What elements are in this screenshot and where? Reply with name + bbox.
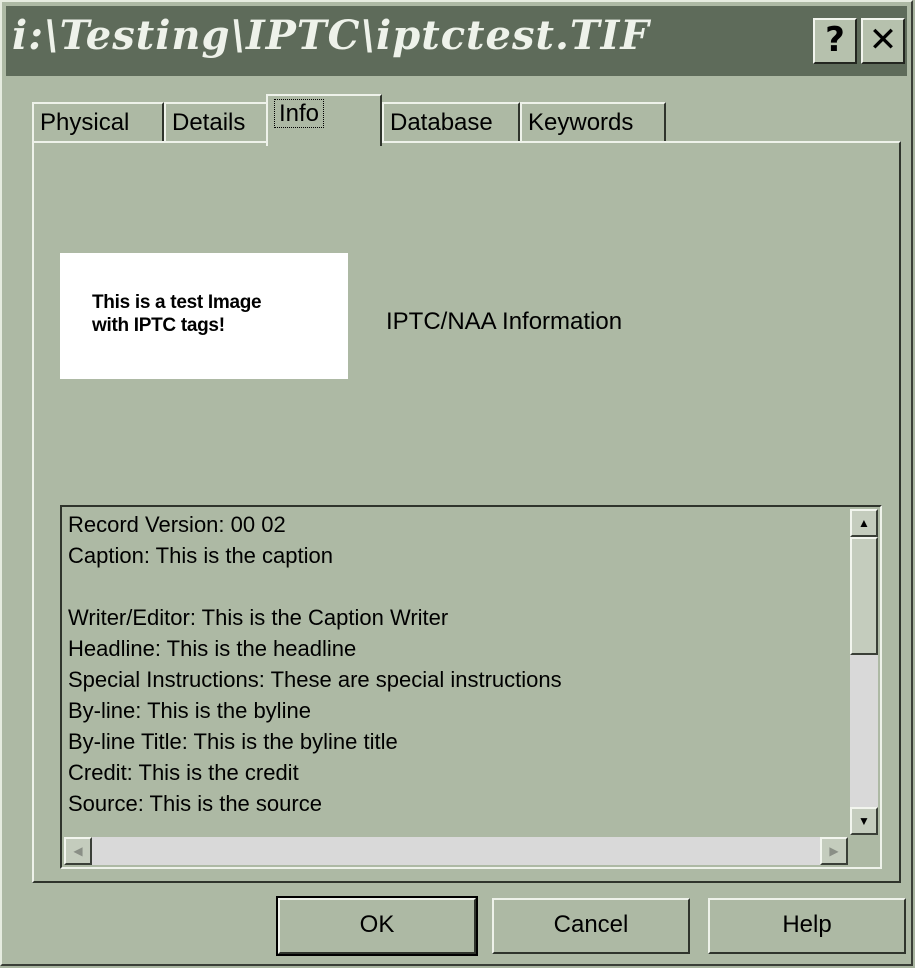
info-line: Headline: This is the headline xyxy=(68,636,357,661)
scroll-up-icon[interactable]: ▲ xyxy=(850,509,878,537)
info-line: Special Instructions: These are special … xyxy=(68,667,562,692)
horizontal-scrollbar[interactable]: ◀ ▶ xyxy=(64,837,848,865)
ok-button[interactable]: OK xyxy=(276,896,478,956)
tab-info[interactable]: Info xyxy=(266,94,382,146)
thumbnail-text: This is a test Image with IPTC tags! xyxy=(92,292,262,336)
help-button[interactable]: Help xyxy=(708,898,906,954)
properties-dialog: i:\Testing\IPTC\iptctest.TIF ? ✕ Physica… xyxy=(0,0,913,966)
help-icon[interactable]: ? xyxy=(813,18,857,64)
close-icon[interactable]: ✕ xyxy=(861,18,905,64)
image-thumbnail: This is a test Image with IPTC tags! xyxy=(60,253,348,379)
info-line: Source: This is the source xyxy=(68,791,322,816)
cancel-button[interactable]: Cancel xyxy=(492,898,690,954)
scroll-right-icon[interactable]: ▶ xyxy=(820,837,848,865)
info-line: By-line: This is the byline xyxy=(68,698,311,723)
window-title: i:\Testing\IPTC\iptctest.TIF xyxy=(12,12,650,59)
iptc-info-content: Record Version: 00 02 Caption: This is t… xyxy=(64,509,848,835)
info-line: By-line Title: This is the byline title xyxy=(68,729,398,754)
tab-keywords[interactable]: Keywords xyxy=(520,102,666,142)
info-heading: IPTC/NAA Information xyxy=(386,308,623,335)
title-bar[interactable]: i:\Testing\IPTC\iptctest.TIF ? ✕ xyxy=(6,6,907,76)
info-line: Credit: This is the credit xyxy=(68,760,299,785)
info-line xyxy=(64,571,848,602)
info-line: Writer/Editor: This is the Caption Write… xyxy=(68,605,449,630)
vertical-scrollbar[interactable]: ▲ ▼ xyxy=(850,509,878,835)
scroll-down-icon[interactable]: ▼ xyxy=(850,807,878,835)
tab-info-label: Info xyxy=(274,99,325,128)
scroll-left-icon[interactable]: ◀ xyxy=(64,837,92,865)
iptc-info-textbox[interactable]: Record Version: 00 02 Caption: This is t… xyxy=(60,505,882,869)
tab-database[interactable]: Database xyxy=(382,102,520,142)
tab-details[interactable]: Details xyxy=(164,102,268,142)
info-line: Caption: This is the caption xyxy=(68,543,333,568)
tab-physical[interactable]: Physical xyxy=(32,102,164,142)
scrollbar-corner xyxy=(848,835,878,865)
info-panel: This is a test Image with IPTC tags! IPT… xyxy=(32,141,901,883)
info-line: Record Version: 00 02 xyxy=(68,512,286,537)
vertical-scroll-thumb[interactable] xyxy=(850,537,878,655)
